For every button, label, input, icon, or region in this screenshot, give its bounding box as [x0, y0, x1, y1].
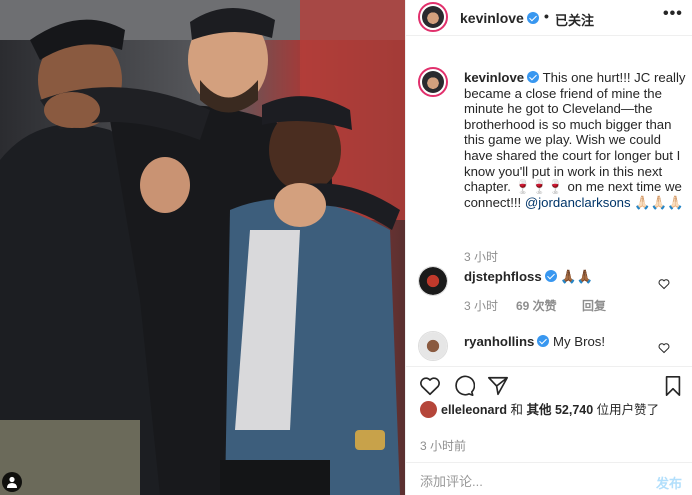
caption-emoji: 🙏🏻🙏🏻🙏🏻	[630, 194, 684, 210]
comment-time: 3 小时	[464, 299, 499, 313]
comments-section[interactable]: kevinlove This one hurt!!! JC really bec…	[406, 37, 692, 367]
author-username[interactable]: kevinlove	[460, 10, 539, 26]
commenter-avatar[interactable]	[418, 331, 448, 361]
tagged-users-button[interactable]	[2, 472, 22, 492]
comment-username[interactable]: ryanhollins	[464, 334, 534, 349]
bookmark-icon[interactable]	[663, 375, 683, 397]
likes-connector: 和	[507, 403, 527, 417]
verified-icon	[544, 270, 557, 282]
verified-icon	[527, 71, 540, 83]
action-bar	[406, 366, 692, 402]
comment-like-heart-icon[interactable]	[658, 342, 670, 354]
follow-status-button[interactable]: 已关注	[555, 10, 594, 29]
comment-body: My Bros!	[553, 334, 606, 349]
comment-username[interactable]: djstephfloss	[464, 269, 542, 284]
comment: ryanhollins My Bros!	[464, 334, 605, 349]
post-comment-button[interactable]: 发布	[656, 473, 682, 492]
likes-suffix: 位用户赞了	[593, 403, 660, 417]
liker-avatar[interactable]	[420, 401, 437, 418]
comment-body: 🙏🏾🙏🏾	[560, 269, 594, 284]
comment: djstephfloss 🙏🏾🙏🏾	[464, 269, 593, 285]
commenter-avatar[interactable]	[418, 266, 448, 296]
post-header: kevinlove • 已关注 •••	[406, 0, 692, 36]
header-separator: •	[544, 8, 549, 24]
comment-icon[interactable]	[453, 375, 475, 397]
heart-icon[interactable]	[419, 375, 441, 397]
caption-time: 3 小时	[464, 250, 499, 264]
caption: kevinlove This one hurt!!! JC really bec…	[464, 70, 688, 210]
post-photo[interactable]	[0, 0, 405, 495]
more-options-icon[interactable]: •••	[663, 5, 683, 23]
comment-likes[interactable]: 69 次赞	[516, 297, 557, 314]
caption-username[interactable]: kevinlove	[464, 70, 524, 85]
person-icon	[7, 476, 17, 488]
likes-summary: elleleonard 和 其他 52,740 位用户赞了	[420, 401, 690, 419]
verified-icon	[537, 335, 550, 347]
post-timestamp[interactable]: 3 小时前	[420, 437, 466, 454]
mention-link[interactable]: @jordanclarksons	[525, 195, 631, 210]
verified-icon	[526, 12, 539, 24]
liker-username[interactable]: elleleonard	[441, 403, 507, 417]
photo-illustration	[0, 0, 405, 495]
reply-button[interactable]: 回复	[582, 297, 606, 314]
likes-others-link[interactable]: 其他 52,740	[526, 403, 593, 417]
comment-input[interactable]	[420, 472, 640, 490]
comment-like-heart-icon[interactable]	[658, 278, 670, 290]
caption-body: This one hurt!!! JC really became a clos…	[464, 70, 686, 210]
share-icon[interactable]	[487, 375, 509, 397]
author-avatar[interactable]	[418, 2, 448, 32]
caption-author-avatar[interactable]	[418, 67, 448, 97]
add-comment-bar: 发布	[406, 462, 692, 495]
post-side-panel: kevinlove • 已关注 ••• kevinlove This one h…	[405, 0, 692, 495]
